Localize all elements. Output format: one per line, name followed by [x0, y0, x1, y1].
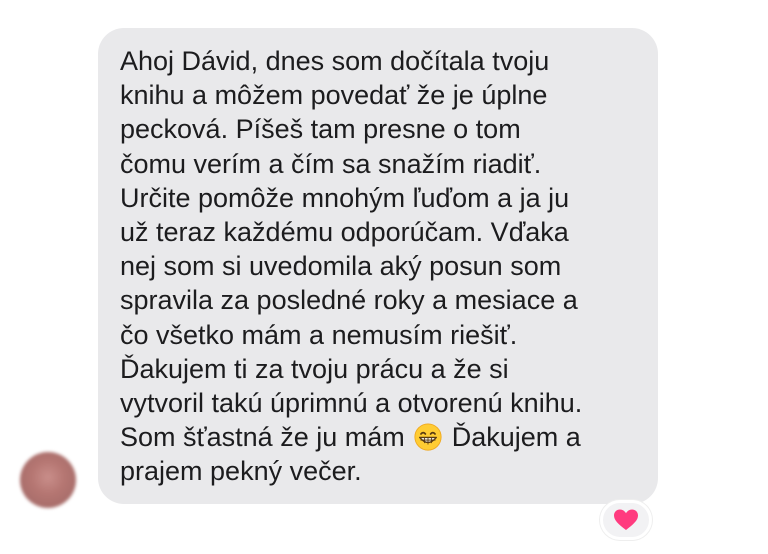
message-line-end: Ďakujem a — [451, 422, 581, 453]
chat-view: Ahoj Dávid, dnes som dočítala tvoju knih… — [0, 0, 768, 554]
grinning-face-emoji-icon — [414, 423, 442, 451]
sender-avatar[interactable] — [20, 452, 76, 508]
message-line: Ahoj Dávid, dnes som dočítala tvoju — [120, 46, 550, 76]
message-line: už teraz každému odporúčam. Vďaka — [120, 217, 569, 248]
message-text: Ahoj Dávid, dnes som dočítala tvoju knih… — [120, 44, 638, 489]
message-line: čo všetko mám a nemusím riešiť. — [120, 319, 518, 350]
message-line: prajem pekný večer. — [120, 456, 362, 487]
message-line: čomu verím a čím sa snažím riadiť. — [120, 148, 542, 179]
message-line-with-emoji: Som šťastná že ju mám Ďakujem a — [120, 420, 638, 454]
message-line-start: Som šťastná že ju mám — [120, 422, 405, 453]
heart-icon — [614, 509, 638, 530]
message-line: vytvoril takú úprimnú a otvorenú knihu. — [120, 388, 583, 419]
message-bubble[interactable]: Ahoj Dávid, dnes som dočítala tvoju knih… — [98, 28, 658, 504]
message-line: nej som si uvedomila aký posun som — [120, 251, 562, 282]
reaction-badge[interactable] — [600, 500, 652, 540]
message-line: Ďakujem ti za tvoju prácu a že si — [120, 353, 509, 384]
message-line: pecková. Píšeš tam presne o tom — [120, 114, 521, 145]
message-line: Určite pomôže mnohým ľuďom a ja ju — [120, 182, 570, 213]
message-line: spravila za posledné roky a mesiace a — [120, 285, 578, 316]
message-line: knihu a môžem povedať že je úplne — [120, 80, 548, 111]
